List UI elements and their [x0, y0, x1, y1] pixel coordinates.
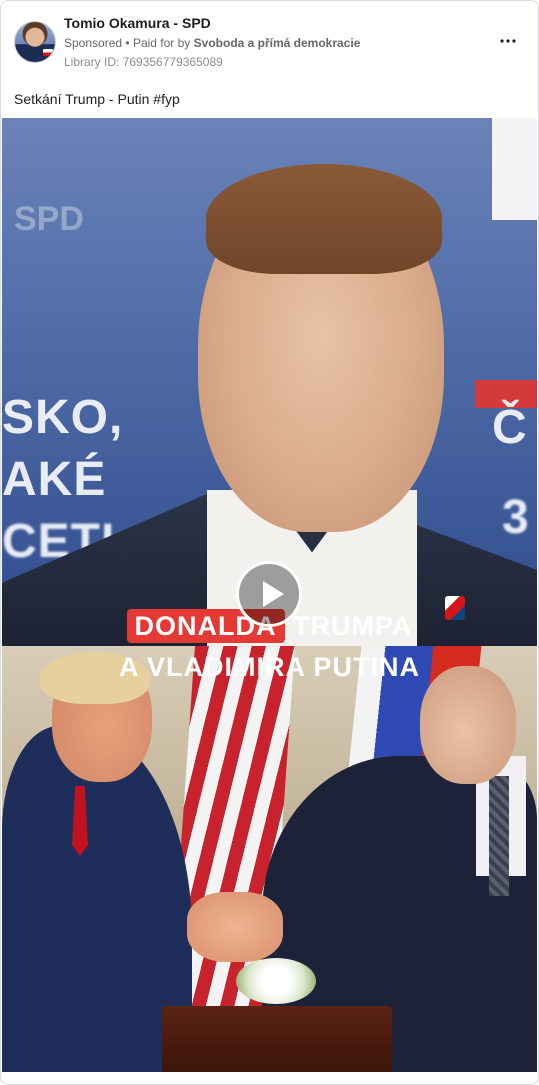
paid-for-by-name[interactable]: Svoboda a přímá demokracie [194, 36, 361, 50]
table [162, 1006, 392, 1072]
handshake [187, 892, 283, 962]
ad-header: Tomio Okamura - SPD Sponsored • Paid for… [1, 1, 538, 81]
background-logo: SPD [14, 200, 84, 238]
page-avatar[interactable] [14, 21, 56, 63]
more-options-button[interactable] [496, 29, 520, 53]
overlay-line-1-rest: TRUMPA [284, 611, 413, 641]
speaker-hair [206, 164, 442, 274]
play-button[interactable] [236, 561, 302, 627]
sponsored-label: Sponsored [64, 36, 123, 50]
video-overlay-line-2: A VLADIMIRA PUTINA [119, 652, 420, 682]
flag-icon [43, 49, 53, 56]
ad-card: Tomio Okamura - SPD Sponsored • Paid for… [0, 0, 539, 1085]
video-player[interactable]: SPD SKO, AKÉ CETI Č 3 DONALDA TRUMPA A V… [2, 118, 537, 1072]
play-icon [263, 581, 284, 607]
more-horizontal-icon [500, 39, 516, 43]
background-panel [492, 118, 537, 220]
background-text-2: AKÉ [2, 453, 107, 506]
separator-dot: • [125, 36, 130, 50]
library-id: Library ID: 769356779365089 [64, 55, 223, 69]
background-text-1: SKO, [2, 391, 124, 444]
right-person-face [420, 666, 516, 784]
video-frame-handshake [2, 646, 537, 1072]
background-text-5: 3 [502, 491, 530, 544]
paid-for-prefix: Paid for by [132, 36, 191, 50]
right-person-tie [489, 776, 509, 896]
flower-arrangement [236, 958, 316, 1004]
sponsored-meta: Sponsored • Paid for by Svoboda a přímá … [64, 36, 360, 50]
background-text-4: Č [492, 401, 528, 454]
page-name-link[interactable]: Tomio Okamura - SPD [64, 15, 211, 31]
ad-caption: Setkání Trump - Putin #fyp [14, 91, 180, 107]
